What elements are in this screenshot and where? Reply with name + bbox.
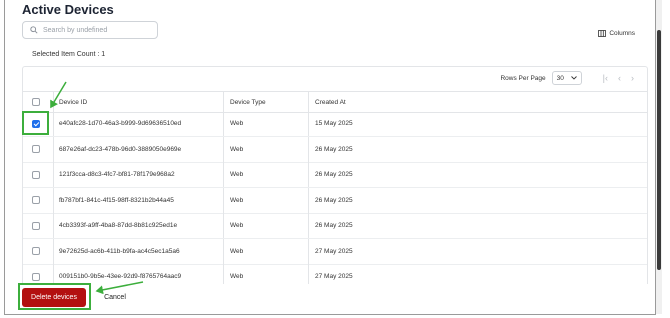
table-row[interactable]: 4cb3393f-a9ff-4ba8-87dd-8b81c925ed1e Web 2… bbox=[23, 213, 647, 239]
cell-device-type: Web bbox=[230, 171, 244, 178]
search-placeholder: Search by undefined bbox=[43, 26, 108, 34]
header-created-at: Created At bbox=[315, 98, 346, 106]
cell-device-type: Web bbox=[230, 120, 244, 127]
cell-created-at: 26 May 2025 bbox=[315, 196, 353, 204]
cell-device-id: e40afc28-1d70-46a3-b999-9d69636510ed bbox=[59, 120, 182, 127]
scrollbar[interactable] bbox=[656, 0, 662, 314]
row-checkbox[interactable] bbox=[32, 170, 40, 179]
columns-button[interactable]: Columns bbox=[598, 30, 635, 37]
checkbox-highlight bbox=[22, 111, 49, 135]
cell-created-at: 26 May 2025 bbox=[315, 171, 353, 178]
cell-device-id: 687e26af-dc23-478b-96d0-3889050e969e bbox=[59, 145, 182, 153]
cell-device-type: Web bbox=[230, 247, 244, 255]
header-device-id: Device ID bbox=[59, 98, 88, 106]
first-page-icon[interactable]: |‹ bbox=[603, 73, 608, 83]
next-page-icon[interactable]: › bbox=[631, 73, 634, 83]
select-all-checkbox[interactable] bbox=[32, 98, 40, 106]
cell-device-type: Web bbox=[230, 222, 244, 229]
cell-device-id: 4cb3393f-a9ff-4ba8-87dd-8b81c925ed1e bbox=[59, 222, 178, 229]
row-checkbox[interactable] bbox=[32, 145, 40, 153]
active-devices-panel: Active Devices Search by undefined Colum… bbox=[4, 0, 656, 315]
table-row[interactable]: 9e72625d-ac6b-411b-b9fa-ac4c5ec1a5a6 Web 2… bbox=[23, 238, 647, 265]
rows-per-page-value: 30 bbox=[556, 74, 564, 82]
cell-device-type: Web bbox=[230, 196, 244, 204]
row-checkbox[interactable] bbox=[32, 221, 40, 230]
cell-device-type: Web bbox=[230, 145, 244, 153]
chevron-down-icon bbox=[570, 76, 577, 80]
cell-created-at: 15 May 2025 bbox=[315, 120, 353, 127]
selected-item-count: Selected Item Count : 1 bbox=[32, 51, 106, 58]
delete-button-highlight bbox=[18, 283, 91, 310]
cell-created-at: 26 May 2025 bbox=[315, 145, 353, 153]
row-checkbox[interactable] bbox=[32, 272, 40, 281]
columns-icon bbox=[598, 30, 607, 37]
header-device-type: Device Type bbox=[230, 98, 266, 106]
columns-label: Columns bbox=[609, 30, 635, 37]
rows-per-page-label: Rows Per Page bbox=[500, 74, 546, 82]
table-row[interactable]: 687e26af-dc23-478b-96d0-3889050e969e Web 2… bbox=[23, 136, 647, 163]
prev-page-icon[interactable]: ‹ bbox=[618, 73, 621, 83]
table-row[interactable]: fb787bf1-841c-4f15-98ff-8321b2b44a45 Web 2… bbox=[23, 187, 647, 214]
rows-per-page-select[interactable]: 30 bbox=[551, 71, 582, 85]
pagination-bar: Rows Per Page 30 |‹ ‹ › bbox=[387, 67, 647, 89]
scrollbar-thumb[interactable] bbox=[657, 30, 661, 270]
table-header: Device ID Device Type Created At bbox=[23, 91, 647, 113]
page-title: Active Devices bbox=[22, 2, 114, 17]
cell-device-id: 9e72625d-ac6b-411b-b9fa-ac4c5ec1a5a6 bbox=[59, 247, 180, 255]
cell-device-id: 121f3cca-d8c3-4fc7-bf81-78f179e968a2 bbox=[59, 171, 175, 178]
footer-actions: Delete devices Cancel bbox=[5, 284, 655, 314]
cell-device-id: fb787bf1-841c-4f15-98ff-8321b2b44a45 bbox=[59, 196, 174, 204]
search-icon bbox=[30, 26, 38, 34]
table-row[interactable]: 121f3cca-d8c3-4fc7-bf81-78f179e968a2 Web 2… bbox=[23, 162, 647, 188]
cell-created-at: 26 May 2025 bbox=[315, 222, 353, 229]
search-input[interactable]: Search by undefined bbox=[22, 21, 158, 39]
table-row[interactable]: e40afc28-1d70-46a3-b999-9d69636510ed Web 1… bbox=[23, 111, 647, 137]
row-checkbox[interactable] bbox=[32, 247, 40, 255]
cell-created-at: 27 May 2025 bbox=[315, 247, 353, 255]
cancel-button[interactable]: Cancel bbox=[93, 288, 137, 307]
row-checkbox[interactable] bbox=[32, 196, 40, 204]
devices-table: Rows Per Page 30 |‹ ‹ › Device ID Device… bbox=[22, 66, 648, 288]
